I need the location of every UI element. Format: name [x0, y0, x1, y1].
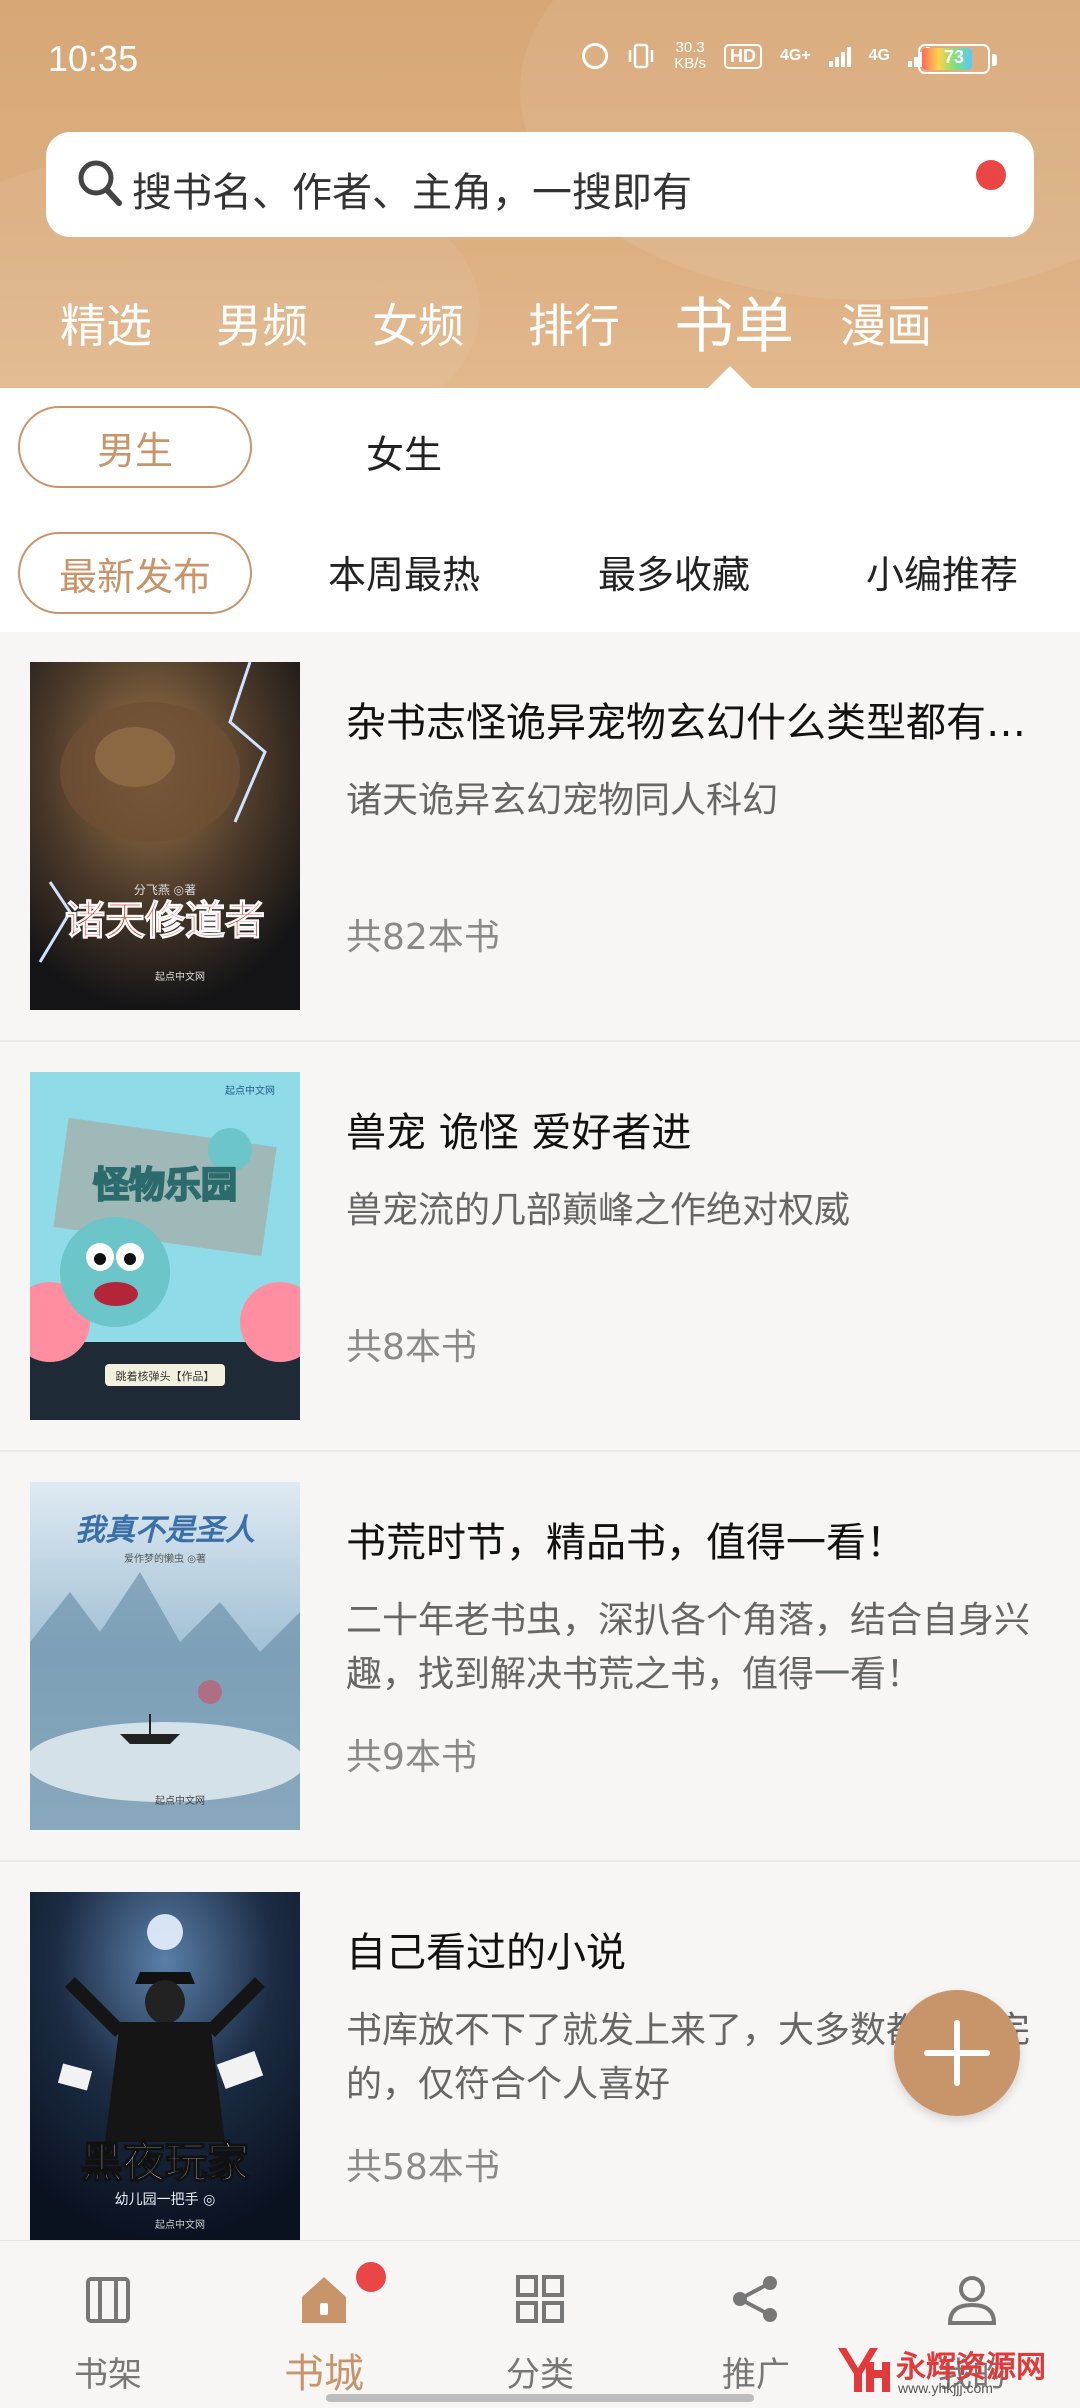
battery-icon: 73 — [918, 44, 990, 74]
search-placeholder: 搜书名、作者、主角，一搜即有 — [132, 170, 692, 216]
share-icon — [733, 2276, 777, 2322]
vibrate-icon — [629, 43, 654, 69]
booklist-desc: 诸天诡异玄幻宠物同人科幻 — [346, 780, 779, 821]
nav-promote[interactable]: 推广 — [676, 2269, 836, 2396]
tab-shudan[interactable]: 书单 — [674, 278, 794, 365]
booklist-title: 书荒时节，精品书，值得一看！ — [346, 1520, 906, 1566]
nav-label: 分类 — [506, 2355, 574, 2395]
cover-title: 我真不是圣人 — [75, 1513, 255, 1548]
watermark-logo-icon — [838, 2348, 890, 2392]
alarm-icon — [582, 43, 609, 69]
speed-value: 30.3 — [675, 39, 705, 56]
booklist-count: 共8本书 — [346, 1327, 477, 1368]
booklist-count: 共9本书 — [346, 1737, 477, 1778]
booklist-title: 兽宠 诡怪 爱好者进 — [346, 1110, 692, 1156]
header: 10:35 30.3 KB/s HD 4G+ 4G 73 搜书名、作者、主角，一… — [0, 0, 1080, 388]
booklist-title: 杂书志怪诡异宠物玄幻什么类型都有… — [346, 700, 1026, 746]
battery-level: 73 — [943, 47, 965, 67]
list-item[interactable]: 怪物乐园 跳着核弹头【作品】 起点中文网 兽宠 诡怪 爱好者进 兽宠流的几部巅峰… — [0, 1042, 1080, 1452]
cover-publisher: 起点中文网 — [155, 1794, 205, 1807]
nav-bookshelf[interactable]: 书架 — [28, 2269, 188, 2396]
tab-nvpin[interactable]: 女频 — [372, 290, 464, 356]
search-icon — [78, 160, 122, 206]
cover-title: 诸天修道者 — [65, 898, 265, 944]
list-item[interactable]: 分飞燕 ◎著 诸天修道者 起点中文网 杂书志怪诡异宠物玄幻什么类型都有… 诸天诡… — [0, 632, 1080, 1042]
book-cover: 黑夜玩家 幼儿园一把手 ◎ 起点中文网 — [30, 1892, 300, 2240]
nav-label: 书架 — [74, 2355, 142, 2395]
booklist-desc: 二十年老书虫，深扒各个角落，结合自身兴趣，找到解决书荒之书，值得一看！ — [346, 1600, 1031, 1695]
cover-author: 幼儿园一把手 ◎ — [115, 2192, 216, 2208]
booklist-list: 分飞燕 ◎著 诸天修道者 起点中文网 杂书志怪诡异宠物玄幻什么类型都有… 诸天诡… — [0, 632, 1080, 2240]
network-type-1: 4G+ — [779, 47, 811, 64]
filter-female[interactable]: 女生 — [366, 424, 442, 479]
signal-icon — [828, 45, 851, 67]
speed-unit: KB/s — [674, 55, 706, 72]
book-cover: 我真不是圣人 爱作梦的懒虫 ◎著 起点中文网 — [30, 1482, 300, 1830]
booklist-title: 自己看过的小说 — [346, 1930, 626, 1976]
cover-title: 黑夜玩家 — [81, 2138, 249, 2187]
watermark: 永辉资源网 www.yhkjjj.com — [832, 2336, 1072, 2402]
cover-publisher: 起点中文网 — [155, 2218, 205, 2231]
active-tab-indicator — [708, 366, 752, 388]
network-type-2: 4G — [868, 47, 890, 64]
booklist-count: 共58本书 — [346, 2147, 500, 2188]
book-cover: 分飞燕 ◎著 诸天修道者 起点中文网 — [30, 662, 300, 1010]
grid-icon — [516, 2275, 564, 2323]
home-icon — [302, 2277, 346, 2323]
status-time: 10:35 — [48, 38, 139, 79]
book-cover: 怪物乐园 跳着核弹头【作品】 起点中文网 — [30, 1072, 300, 1420]
booklist-count: 共82本书 — [346, 917, 500, 958]
tab-jingxuan[interactable]: 精选 — [60, 290, 152, 356]
sort-most-favorited[interactable]: 最多收藏 — [598, 544, 750, 599]
cover-author: 爱作梦的懒虫 ◎著 — [124, 1552, 206, 1565]
watermark-url: www.yhkjjj.com — [898, 2380, 993, 2396]
nav-label: 推广 — [722, 2355, 790, 2395]
hd-badge: HD — [723, 43, 762, 69]
tab-paihang[interactable]: 排行 — [528, 290, 620, 356]
tab-nanpin[interactable]: 男频 — [216, 290, 308, 356]
user-icon — [947, 2276, 997, 2325]
cover-title: 怪物乐园 — [93, 1165, 237, 1206]
notification-dot — [976, 160, 1006, 190]
status-bar: 10:35 30.3 KB/s HD 4G+ 4G 73 — [0, 0, 1080, 120]
home-indicator[interactable] — [326, 2394, 754, 2402]
network-speed: 30.3 KB/s — [674, 40, 706, 72]
bookstore-badge — [356, 2262, 386, 2292]
tab-manhua[interactable]: 漫画 — [840, 290, 932, 356]
cover-publisher: 起点中文网 — [155, 970, 205, 983]
cover-publisher: 起点中文网 — [225, 1084, 275, 1097]
booklist-desc: 兽宠流的几部巅峰之作绝对权威 — [346, 1190, 851, 1231]
sort-latest[interactable]: 最新发布 — [18, 532, 252, 614]
sort-editor-picks[interactable]: 小编推荐 — [866, 544, 1018, 599]
top-tabs: 精选 男频 女频 排行 书单 漫画 — [0, 278, 1080, 362]
create-booklist-button[interactable] — [894, 1990, 1020, 2116]
cover-author: 分飞燕 ◎著 — [134, 883, 196, 897]
status-icons: 30.3 KB/s HD 4G+ 4G — [582, 40, 930, 72]
filter-male[interactable]: 男生 — [18, 406, 252, 488]
nav-label: 书城 — [284, 2351, 364, 2397]
list-item[interactable]: 我真不是圣人 爱作梦的懒虫 ◎著 起点中文网 书荒时节，精品书，值得一看！ 二十… — [0, 1452, 1080, 1862]
bookshelf-icon — [86, 2277, 130, 2323]
nav-category[interactable]: 分类 — [460, 2269, 620, 2396]
search-bar[interactable]: 搜书名、作者、主角，一搜即有 — [46, 132, 1034, 237]
sort-weekly-hot[interactable]: 本周最热 — [328, 544, 480, 599]
cover-author: 跳着核弹头【作品】 — [116, 1369, 215, 1383]
